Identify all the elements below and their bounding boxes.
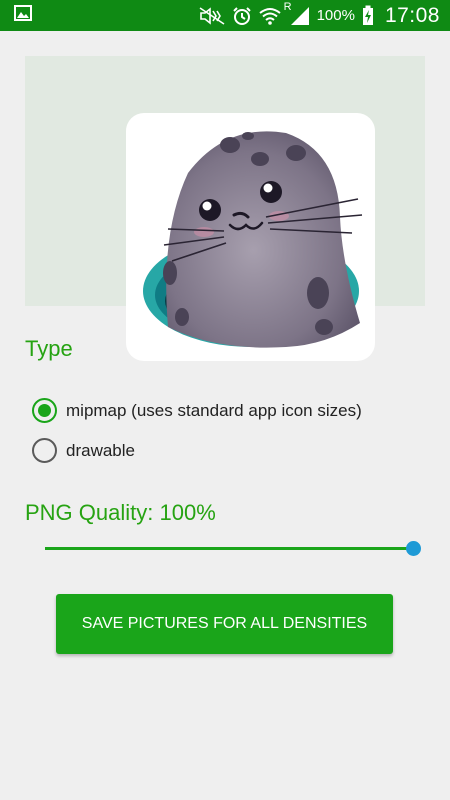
radio-button-drawable[interactable] xyxy=(32,438,57,463)
wifi-icon xyxy=(258,7,281,25)
status-bar: R 100% 17:08 xyxy=(0,0,450,31)
radio-label-mipmap: mipmap (uses standard app icon sizes) xyxy=(66,400,362,420)
slider-fill xyxy=(45,547,413,550)
image-notification-icon xyxy=(14,5,32,26)
slider-thumb[interactable] xyxy=(406,541,421,556)
clock: 17:08 xyxy=(384,3,440,27)
battery-percent: 100% xyxy=(316,7,355,24)
signal-icon: R xyxy=(284,1,310,26)
radio-label-drawable: drawable xyxy=(66,440,135,460)
png-quality-label: PNG Quality: 100% xyxy=(25,500,216,525)
alarm-icon xyxy=(232,6,252,26)
radio-option-mipmap[interactable]: mipmap (uses standard app icon sizes) xyxy=(32,398,362,423)
radio-button-mipmap[interactable] xyxy=(32,398,57,423)
mute-icon xyxy=(199,6,225,25)
type-section-title: Type xyxy=(25,336,73,361)
battery-charging-icon xyxy=(362,5,374,26)
radio-option-drawable[interactable]: drawable xyxy=(32,438,135,463)
seal-app-icon xyxy=(126,113,375,361)
icon-preview xyxy=(25,56,425,361)
png-quality-slider[interactable] xyxy=(45,535,421,561)
save-all-densities-button[interactable]: SAVE PICTURES FOR ALL DENSITIES xyxy=(56,594,393,654)
